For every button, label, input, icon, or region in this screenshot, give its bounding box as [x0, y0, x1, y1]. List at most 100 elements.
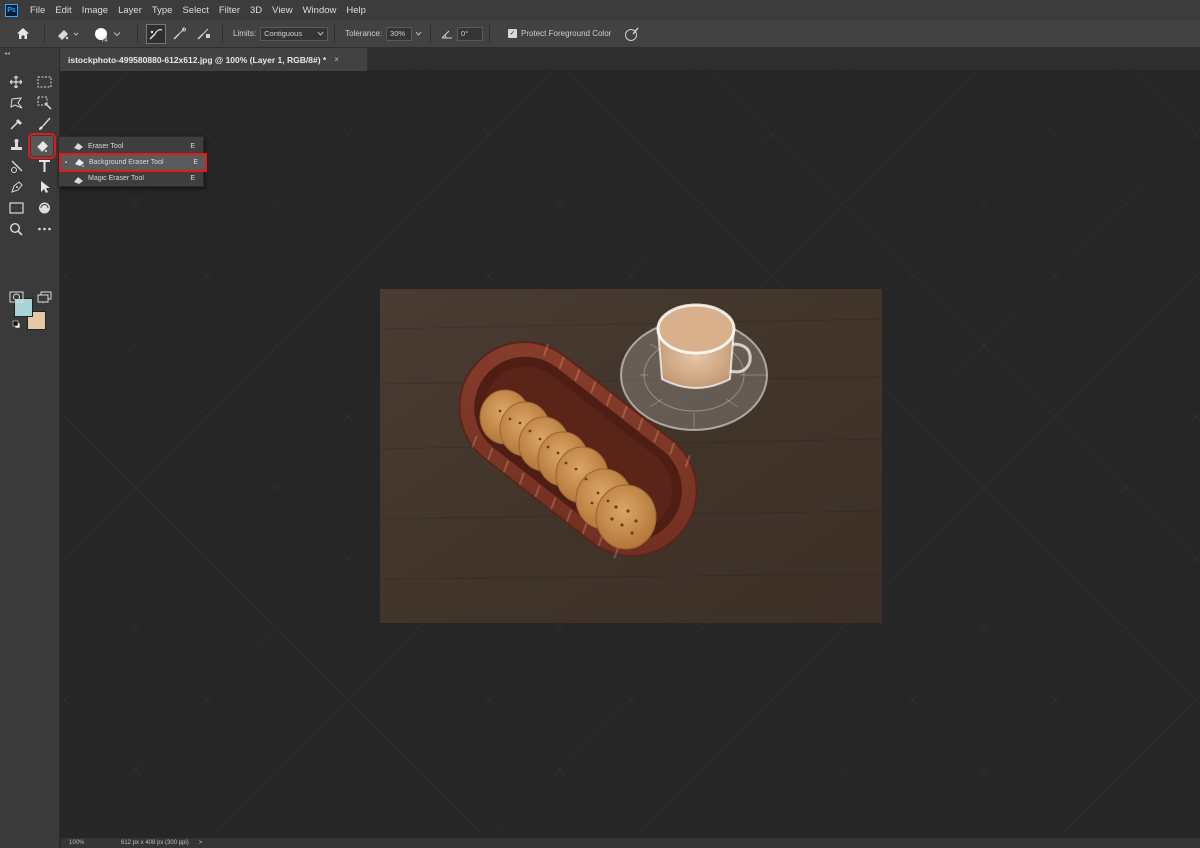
document-tab-title: istockphoto-499580880-612x612.jpg @ 100%… [68, 54, 327, 65]
zoom-tool[interactable] [6, 220, 26, 238]
more-icon [37, 227, 51, 231]
eraser-icon [73, 142, 85, 152]
rectangle-tool[interactable] [6, 199, 26, 217]
pen-tool[interactable] [6, 178, 26, 196]
gradient-tool[interactable] [6, 157, 26, 175]
menu-select[interactable]: Select [178, 5, 214, 16]
photoshop-logo: Ps [5, 3, 18, 17]
menu-help[interactable]: Help [342, 5, 372, 16]
close-tab-icon[interactable]: × [334, 55, 339, 64]
separator [222, 24, 223, 43]
rotate-3d-icon [38, 202, 50, 214]
canvas-area[interactable] [61, 71, 1200, 838]
type-icon [38, 160, 50, 172]
sampling-background-swatch-button[interactable] [194, 24, 214, 44]
tolerance-input[interactable]: 30% [386, 26, 413, 41]
path-selection-tool[interactable] [34, 178, 54, 196]
tool-preset-picker[interactable] [51, 24, 85, 44]
brush-size-value: 74 [101, 37, 108, 44]
flyout-item-shortcut: E [193, 159, 198, 166]
object-rotate-tool[interactable] [34, 199, 54, 217]
tolerance-label: Tolerance: [345, 29, 383, 38]
home-button[interactable] [8, 24, 38, 44]
menu-view[interactable]: View [268, 5, 298, 16]
protect-foreground-checkbox[interactable]: ✓ [508, 29, 518, 38]
collapse-panel-icon[interactable]: ◂◂ [4, 50, 10, 57]
separator [489, 24, 491, 43]
angle-icon [441, 30, 453, 38]
document-image[interactable] [380, 289, 882, 623]
pen-icon [10, 181, 23, 193]
object-selection-tool[interactable] [34, 94, 54, 112]
screen-mode-button[interactable] [34, 288, 54, 306]
pressure-size-button[interactable] [621, 24, 643, 44]
menu-filter[interactable]: Filter [215, 5, 246, 16]
chevron-down-icon [113, 31, 121, 36]
brush-tool[interactable] [34, 115, 54, 133]
separator [430, 24, 432, 43]
menu-image[interactable]: Image [78, 5, 114, 16]
tools-panel: ◂◂ [0, 48, 60, 848]
brush-icon [38, 117, 51, 130]
sampling-swatch-icon [197, 28, 210, 40]
chevron-down-icon [415, 31, 421, 36]
limits-label: Limits: [233, 29, 257, 38]
menu-layer[interactable]: Layer [114, 5, 148, 16]
menu-edit[interactable]: Edit [51, 5, 77, 16]
eraser-tool[interactable] [28, 133, 56, 159]
document-info: 612 px x 408 px (300 ppi) [121, 840, 189, 846]
flyout-item-eraser-tool[interactable]: Eraser Tool E [59, 139, 203, 154]
clone-stamp-tool[interactable] [6, 136, 26, 154]
flyout-item-label: Background Eraser Tool [89, 159, 164, 166]
brush-size-picker[interactable]: 74 [85, 24, 131, 44]
quick-mask-icon [9, 291, 23, 303]
lasso-tool[interactable] [6, 94, 26, 112]
quick-mask-button[interactable] [6, 288, 26, 306]
move-icon [9, 75, 23, 89]
sampling-continuous-button[interactable] [146, 23, 166, 44]
flyout-item-shortcut: E [190, 175, 195, 182]
move-tool[interactable] [6, 73, 26, 91]
rectangle-marquee-icon [37, 76, 51, 88]
pen-pressure-icon [625, 27, 639, 41]
sampling-once-icon [173, 27, 186, 40]
menu-type[interactable]: Type [148, 5, 179, 16]
type-tool[interactable] [34, 157, 54, 175]
background-eraser-icon [74, 158, 86, 168]
eraser-tools-flyout: Eraser Tool E ▪ Background Eraser Tool E… [58, 136, 207, 187]
arrow-icon [40, 181, 50, 193]
menu-3d[interactable]: 3D [246, 5, 268, 16]
flyout-item-label: Eraser Tool [88, 143, 124, 150]
chevron-down-icon [317, 31, 324, 36]
menu-file[interactable]: File [26, 5, 51, 16]
flyout-item-label: Magic Eraser Tool [88, 175, 144, 182]
document-tab-bar: istockphoto-499580880-612x612.jpg @ 100%… [60, 48, 1200, 71]
home-icon [17, 28, 29, 39]
magic-eraser-icon [73, 175, 85, 184]
document-tab[interactable]: istockphoto-499580880-612x612.jpg @ 100%… [60, 48, 367, 71]
zoom-level[interactable]: 100% [61, 840, 99, 846]
angle-input[interactable]: 0° [457, 26, 484, 41]
limits-dropdown[interactable]: Contiguous [260, 26, 329, 41]
status-bar: 100% 612 px x 408 px (300 ppi) > [61, 838, 1200, 848]
sampling-once-button[interactable] [170, 24, 190, 44]
rectangle-icon [8, 202, 24, 214]
menu-bar: Ps File Edit Image Layer Type Select Fil… [0, 0, 1200, 20]
lasso-icon [9, 97, 22, 109]
menu-window[interactable]: Window [299, 5, 343, 16]
separator [137, 24, 138, 43]
marquee-tool[interactable] [34, 73, 54, 91]
flyout-item-magic-eraser-tool[interactable]: Magic Eraser Tool E [59, 175, 203, 184]
protect-foreground-label: Protect Foreground Color [521, 29, 612, 38]
crop-tool[interactable] [6, 115, 26, 133]
separator [334, 24, 336, 43]
tolerance-slider-toggle[interactable] [412, 27, 424, 41]
flyout-item-shortcut: E [190, 143, 195, 150]
screen-mode-icon [37, 291, 51, 303]
separator [44, 24, 45, 43]
flyout-item-background-eraser-tool[interactable]: ▪ Background Eraser Tool E [59, 153, 207, 172]
more-tools-button[interactable] [34, 220, 54, 238]
default-colors-icon[interactable] [12, 320, 21, 329]
status-menu-button[interactable]: > [199, 840, 203, 846]
background-eraser-icon [36, 141, 48, 153]
